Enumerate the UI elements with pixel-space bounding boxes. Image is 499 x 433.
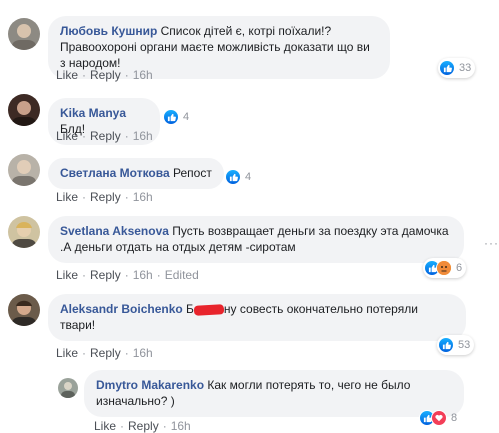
comment-actions: Like · Reply · 16h [94,419,191,433]
comment-actions: Like · Reply · 16h · Edited [56,268,199,282]
avatar-photo [12,160,36,186]
avatar-photo [12,300,36,326]
more-options-icon[interactable]: ··· [484,236,499,250]
comment-text-start: Б [186,302,194,316]
like-link[interactable]: Like [94,419,116,433]
like-link[interactable]: Like [56,68,78,82]
avatar[interactable] [8,294,40,326]
comment-timestamp[interactable]: 16h [133,129,153,143]
comment-timestamp[interactable]: 16h [171,419,191,433]
reply-link[interactable]: Reply [90,268,121,282]
comment-actions: Like · Reply · 16h [56,68,153,82]
like-reaction-icon [225,169,241,185]
comment-bubble: Светлана Моткова Репост [48,158,224,189]
angry-reaction-icon [436,260,452,276]
comment-actions: Like · Reply · 16h [56,190,153,204]
comment-actions: Like · Reply · 16h [56,129,153,143]
reply-link[interactable]: Reply [128,419,159,433]
reaction-count: 53 [458,339,471,351]
comment-bubble: Dmytro Makarenko Как могли потерять то, … [84,370,464,417]
reaction-summary[interactable]: 33 [438,58,476,78]
reply-link[interactable]: Reply [90,129,121,143]
reaction-count: 8 [451,412,458,424]
like-link[interactable]: Like [56,346,78,360]
reaction-count: 4 [245,171,252,183]
comment-text: Репост [173,166,212,180]
love-reaction-icon [431,410,447,426]
comment-timestamp[interactable]: 16h [133,268,153,282]
avatar-photo [12,222,36,248]
comment-actions: Like · Reply · 16h [56,346,153,360]
like-link[interactable]: Like [56,190,78,204]
reaction-summary[interactable]: 8 [418,408,461,428]
avatar-photo [61,382,75,398]
comment-author[interactable]: Светлана Моткова [60,166,170,180]
comment-timestamp[interactable]: 16h [133,68,153,82]
like-reaction-icon [438,337,454,353]
comment-bubble: Svetlana Aksenova Пусть возвращает деньг… [48,216,464,263]
reply-link[interactable]: Reply [90,346,121,360]
like-reaction-icon [439,60,455,76]
edited-label[interactable]: Edited [165,268,199,282]
reaction-count: 6 [456,262,463,274]
comment-author[interactable]: Dmytro Makarenko [96,378,204,392]
reaction-summary[interactable]: 53 [437,335,475,355]
comment-timestamp[interactable]: 16h [133,190,153,204]
avatar[interactable] [8,216,40,248]
reaction-count: 4 [183,111,190,123]
reply-link[interactable]: Reply [90,68,121,82]
comment-author[interactable]: Aleksandr Boichenko [60,302,183,316]
like-link[interactable]: Like [56,129,78,143]
comment-timestamp[interactable]: 16h [133,346,153,360]
avatar[interactable] [8,18,40,50]
avatar[interactable] [8,94,40,126]
reaction-summary[interactable]: 6 [423,258,467,278]
comment-author[interactable]: Kika Manya [60,106,126,120]
reaction-summary[interactable]: 4 [224,167,255,187]
reply-link[interactable]: Reply [90,190,121,204]
comment-bubble: Aleksandr Boichenko Бну совесть окончате… [48,294,466,341]
redaction-mark [193,304,225,316]
comment-author[interactable]: Любовь Кушнир [60,24,157,38]
reaction-count: 33 [459,62,472,74]
avatar-photo [12,101,36,126]
avatar[interactable] [58,378,78,398]
like-link[interactable]: Like [56,268,78,282]
like-reaction-icon [163,109,179,125]
comment-author[interactable]: Svetlana Aksenova [60,224,169,238]
avatar[interactable] [8,154,40,186]
avatar-photo [12,24,36,50]
reaction-summary[interactable]: 4 [162,107,193,127]
